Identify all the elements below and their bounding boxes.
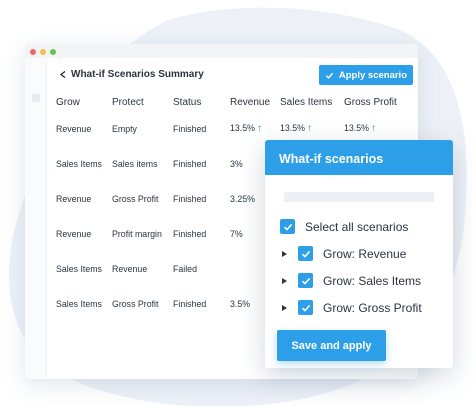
cell-grow: Revenue <box>56 123 92 134</box>
scenario-label: Grow: Revenue <box>323 246 407 261</box>
check-icon <box>301 277 310 285</box>
cell-grow: Revenue <box>56 193 92 204</box>
column-header-revenue[interactable]: Revenue <box>230 93 280 111</box>
scenario-checkbox[interactable] <box>298 246 313 261</box>
maximize-window-dot[interactable] <box>50 49 56 55</box>
window-titlebar <box>25 44 418 58</box>
panel-title: What-if scenarios <box>265 140 453 175</box>
value-text: 13.5% <box>280 123 305 133</box>
column-header-protect[interactable]: Protect <box>112 93 173 111</box>
expand-caret-icon[interactable] <box>282 304 287 311</box>
scenario-item[interactable]: Grow: Gross Profit <box>282 300 422 315</box>
select-all-checkbox[interactable] <box>280 219 295 234</box>
table-header-row: Grow Protect Status Revenue Sales Items … <box>56 93 410 111</box>
cell-protect: Profit margin <box>112 228 162 239</box>
scenario-search-input[interactable] <box>284 192 434 202</box>
check-icon <box>301 250 310 258</box>
cell-grow: Sales Items <box>56 158 102 169</box>
page-title: What-if Scenarios Summary <box>71 69 204 80</box>
cell-grow: Revenue <box>56 228 92 239</box>
cell-protect: Gross Profit <box>112 298 159 309</box>
back-arrow-icon[interactable] <box>60 71 66 78</box>
save-and-apply-button[interactable]: Save and apply <box>277 330 386 361</box>
cell-status: Finished <box>173 228 207 239</box>
minimize-window-dot[interactable] <box>40 49 46 55</box>
cell-protect: Gross Profit <box>112 193 159 204</box>
cell-protect: Revenue <box>112 263 148 274</box>
column-header-gross-profit[interactable]: Gross Profit <box>344 93 410 111</box>
check-icon <box>283 223 292 231</box>
summary-header: What-if Scenarios Summary Apply scenario <box>47 58 418 90</box>
expand-caret-icon[interactable] <box>282 250 287 257</box>
scenario-item[interactable]: Grow: Revenue <box>282 246 406 261</box>
sidebar-item[interactable] <box>32 94 40 102</box>
up-arrow-icon: ↑ <box>256 123 262 134</box>
scenario-checkbox[interactable] <box>298 273 313 288</box>
select-all-option[interactable]: Select all scenarios <box>280 219 408 234</box>
scenario-item[interactable]: Grow: Sales Items <box>282 273 421 288</box>
cell-grow: Sales Items <box>56 263 102 274</box>
cell-status: Failed <box>173 263 197 274</box>
up-arrow-icon: ↑ <box>306 123 312 134</box>
apply-scenario-button[interactable]: Apply scenario <box>318 65 413 85</box>
expand-caret-icon[interactable] <box>282 277 287 284</box>
column-header-status[interactable]: Status <box>173 93 230 111</box>
value-text: 13.5% <box>230 123 255 133</box>
column-header-sales-items[interactable]: Sales Items <box>280 93 344 111</box>
scenario-label: Grow: Sales Items <box>323 273 422 288</box>
apply-scenario-label: Apply scenario <box>338 69 407 81</box>
left-sidebar <box>25 58 47 379</box>
check-icon <box>325 72 334 79</box>
cell-status: Finished <box>173 298 207 309</box>
cell-protect: Sales items <box>112 158 158 169</box>
value-text: 13.5% <box>344 123 369 133</box>
cell-protect: Empty <box>112 123 137 134</box>
up-arrow-icon: ↑ <box>370 123 376 134</box>
column-header-grow[interactable]: Grow <box>56 93 112 111</box>
close-window-dot[interactable] <box>30 49 36 55</box>
cell-grow: Sales Items <box>56 298 102 309</box>
select-all-label: Select all scenarios <box>305 219 409 234</box>
check-icon <box>301 304 310 312</box>
what-if-scenarios-panel: What-if scenarios Select all scenarios G… <box>265 140 453 368</box>
cell-status: Finished <box>173 193 207 204</box>
cell-status: Finished <box>173 123 207 134</box>
cell-status: Finished <box>173 158 207 169</box>
scenario-label: Grow: Gross Profit <box>323 300 422 315</box>
scenario-checkbox[interactable] <box>298 300 313 315</box>
